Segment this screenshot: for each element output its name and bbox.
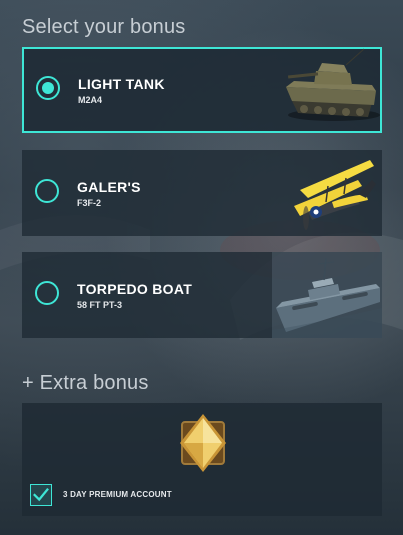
option-model: F3F-2 [77,198,102,208]
option-name: LIGHT TANK [78,76,165,92]
select-bonus-title: Select your bonus [22,16,186,38]
bonus-option-light-tank[interactable]: LIGHT TANK M2A4 [22,47,382,133]
premium-account-label: 3 DAY PREMIUM ACCOUNT [63,490,172,499]
radio-button[interactable] [35,281,59,305]
extra-bonus-panel: 3 DAY PREMIUM ACCOUNT [22,403,382,516]
radio-selected-dot [42,82,54,94]
biplane-icon [294,160,376,230]
torpedo-boat-icon [272,252,382,338]
radio-button[interactable] [35,179,59,203]
premium-account-checkbox[interactable] [30,484,52,506]
checkmark-icon [33,487,49,502]
bonus-option-galers[interactable]: GALER'S F3F-2 [22,150,382,236]
premium-diamond-icon [180,414,226,472]
light-tank-icon [286,48,380,121]
option-name: TORPEDO BOAT [77,281,193,297]
extra-bonus-title: + Extra bonus [22,372,149,394]
option-model: 58 FT PT-3 [77,300,123,310]
bonus-option-torpedo-boat[interactable]: TORPEDO BOAT 58 FT PT-3 [22,252,382,338]
option-model: M2A4 [78,95,103,105]
option-name: GALER'S [77,179,141,195]
radio-button[interactable] [36,76,60,100]
